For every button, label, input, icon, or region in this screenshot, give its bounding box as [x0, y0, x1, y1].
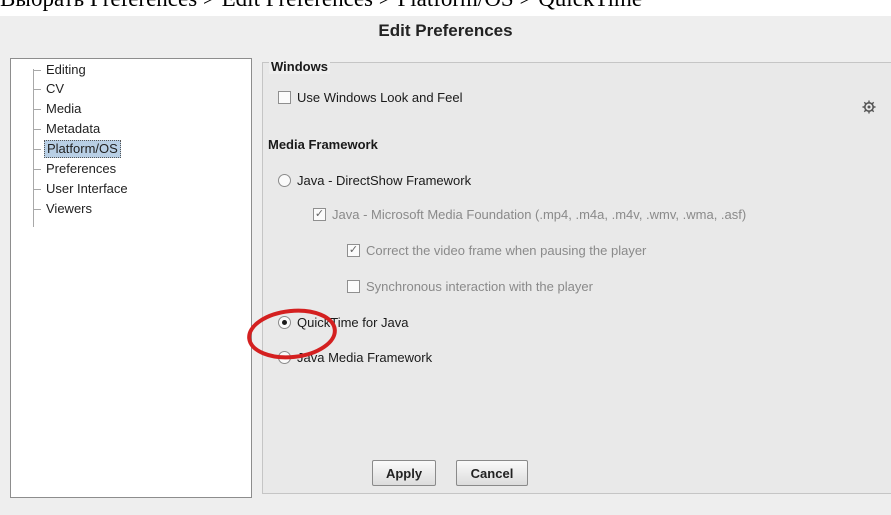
tree-branch — [34, 148, 41, 150]
windows-group-title: Windows — [269, 59, 330, 74]
tree-item-user-interface[interactable]: User Interface — [34, 181, 130, 197]
window-title: Edit Preferences — [378, 21, 513, 40]
checkbox-label: Java - Microsoft Media Foundation (.mp4,… — [332, 207, 747, 222]
tree-item-editing[interactable]: Editing — [34, 62, 88, 78]
tree-item-label: CV — [46, 81, 65, 96]
radio-circle[interactable] — [278, 316, 291, 329]
checkbox-box[interactable]: ✓ — [347, 244, 360, 257]
caption-heading: Выбрать Preferences > Edit Preferences >… — [0, 0, 891, 16]
preferences-window: Edit Preferences Editing CV Media Metada… — [0, 16, 891, 515]
checkbox-box[interactable] — [347, 280, 360, 293]
tree-branch — [34, 188, 41, 190]
tree-item-label: Metadata — [46, 121, 101, 136]
tree-branch — [34, 108, 41, 110]
quicktime-radio[interactable]: QuickTime for Java — [278, 315, 409, 330]
media-framework-heading: Media Framework — [268, 137, 378, 152]
tree-branch — [34, 208, 41, 210]
checkbox-label: Correct the video frame when pausing the… — [366, 243, 647, 258]
correct-video-frame-checkbox[interactable]: ✓ Correct the video frame when pausing t… — [347, 243, 646, 258]
tree-item-label: Editing — [46, 62, 86, 77]
radio-label: Java Media Framework — [297, 350, 433, 365]
radio-label: Java - DirectShow Framework — [297, 173, 472, 188]
windows-look-and-feel-checkbox[interactable]: Use Windows Look and Feel — [278, 90, 462, 105]
checkbox-label: Use Windows Look and Feel — [297, 90, 463, 105]
media-foundation-checkbox[interactable]: ✓ Java - Microsoft Media Foundation (.mp… — [313, 207, 746, 222]
tree-item-label: Viewers — [46, 201, 93, 216]
apply-button[interactable]: Apply — [372, 460, 436, 486]
directshow-radio[interactable]: Java - DirectShow Framework — [278, 173, 471, 188]
tree-item-cv[interactable]: CV — [34, 81, 66, 97]
tree-item-viewers[interactable]: Viewers — [34, 201, 94, 217]
tree-item-media[interactable]: Media — [34, 101, 83, 117]
tree-item-preferences[interactable]: Preferences — [34, 161, 118, 177]
java-media-framework-radio[interactable]: Java Media Framework — [278, 350, 432, 365]
tree-branch — [34, 168, 41, 170]
tree-branch — [34, 128, 41, 130]
tree-branch — [34, 69, 41, 71]
tree-item-label: Preferences — [46, 161, 117, 176]
tree-item-metadata[interactable]: Metadata — [34, 121, 102, 137]
checkbox-label: Synchronous interaction with the player — [366, 279, 593, 294]
checkbox-box[interactable] — [278, 91, 291, 104]
radio-circle[interactable] — [278, 174, 291, 187]
category-tree: Editing CV Media Metadata Platform/OS Pr… — [10, 58, 252, 498]
settings-panel: Windows — [262, 59, 891, 494]
tree-item-label: Media — [46, 101, 82, 116]
tree-item-label: User Interface — [46, 181, 128, 196]
checkbox-box[interactable]: ✓ — [313, 208, 326, 221]
radio-circle[interactable] — [278, 351, 291, 364]
radio-label: QuickTime for Java — [297, 315, 409, 330]
gear-icon[interactable] — [862, 100, 876, 114]
synchronous-interaction-checkbox[interactable]: Synchronous interaction with the player — [347, 279, 593, 294]
cancel-button[interactable]: Cancel — [456, 460, 528, 486]
tree-branch — [34, 88, 41, 90]
tree-item-label: Platform/OS — [44, 140, 121, 158]
tree-item-platform-os[interactable]: Platform/OS — [34, 140, 121, 158]
